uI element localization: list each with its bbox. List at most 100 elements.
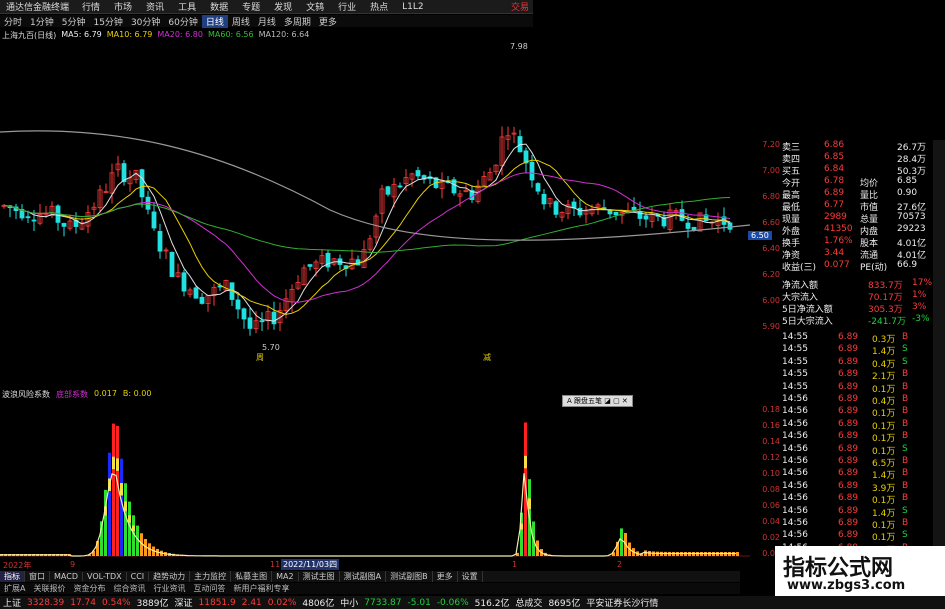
indicator-tab[interactable]: 更多	[433, 571, 458, 582]
period-tab-60min[interactable]: 60分钟	[164, 15, 201, 28]
menu-item-discover[interactable]: 发现	[267, 0, 299, 13]
period-tab-15min[interactable]: 15分钟	[89, 15, 126, 28]
tick-price: 6.89	[838, 468, 859, 479]
risk-tick: 0.16	[762, 421, 780, 430]
flow-value: -241.7万	[868, 317, 907, 327]
tick-volume: 0.1万	[872, 496, 896, 507]
risk-indicator-chart[interactable]	[0, 398, 750, 558]
menu-item-tools[interactable]: 工具	[171, 0, 203, 13]
indicator-tab[interactable]: 趋势动力	[149, 571, 191, 582]
tick-side: B	[902, 468, 909, 479]
tick-time: 14:56	[782, 480, 808, 491]
indicator-tab[interactable]: 测试主图	[299, 571, 340, 582]
indicator-tab[interactable]: 测试副图A	[340, 571, 387, 582]
indicator-tab[interactable]: VOL-TDX	[83, 572, 127, 581]
trade-button[interactable]: 交易	[511, 0, 533, 13]
ma5-line	[3, 143, 731, 322]
extension-tab[interactable]: 综合资讯	[109, 583, 149, 594]
tick-side: B	[902, 332, 909, 342]
menu-item-news[interactable]: 资讯	[139, 0, 171, 13]
extension-tab[interactable]: 新用户福利专享	[229, 583, 293, 594]
period-tab-more[interactable]: 更多	[315, 15, 341, 28]
indicator-tab[interactable]: CCI	[127, 572, 150, 581]
tick-time: 14:56	[782, 431, 808, 442]
period-tab-multi[interactable]: 多周期	[280, 15, 315, 28]
period-tab-1min[interactable]: 1分钟	[26, 15, 58, 28]
price-tick: 7.00	[762, 166, 780, 175]
indicator-tab[interactable]: MA2	[272, 572, 299, 581]
indicator-tab[interactable]: 窗口	[25, 571, 50, 582]
tick-side: B	[902, 394, 909, 404]
tick-volume: 0.1万	[872, 384, 896, 395]
tick-time: 14:55	[782, 344, 808, 355]
indicator-tab[interactable]: 设置	[458, 571, 483, 582]
period-tab-5min[interactable]: 5分钟	[58, 15, 90, 28]
indicator-tabs: 指标 窗口 MACD VOL-TDX CCI 趋势动力 主力监控 私募主图 MA2 测试主图 测试副…	[0, 571, 740, 582]
candle-body	[691, 226, 697, 231]
status-item: -5.01	[407, 597, 431, 608]
risk-tick: 0.14	[762, 437, 780, 446]
period-tab-daily[interactable]: 日线	[201, 14, 228, 28]
tick-side: S	[902, 443, 908, 454]
menu-item-articles[interactable]: 文鸫	[299, 0, 331, 13]
indicator-tab[interactable]: 主力监控	[190, 571, 232, 582]
risk-bar	[108, 452, 111, 556]
quote-value-2: 0.90	[897, 188, 918, 198]
tick-time: 14:55	[782, 332, 808, 342]
menu-item-l1l2[interactable]: L1L2	[395, 2, 430, 12]
status-item: 总成交	[515, 599, 543, 609]
indicator-tab[interactable]: 指标	[0, 571, 25, 582]
quote-value: 3.44	[824, 248, 845, 258]
menu-item-industry[interactable]: 行业	[331, 0, 363, 13]
period-tab-monthly[interactable]: 月线	[254, 15, 280, 28]
candle-body	[235, 299, 241, 310]
tick-time: 14:55	[782, 356, 808, 367]
status-item: 3889亿	[136, 599, 169, 609]
extension-tab[interactable]: 行业资讯	[149, 583, 189, 594]
candle-body	[61, 223, 67, 227]
candle-body	[397, 185, 403, 188]
side-toolbar[interactable]	[933, 140, 945, 580]
indicator-tab[interactable]: 私募主图	[231, 571, 273, 582]
tick-price: 6.89	[838, 369, 859, 380]
tick-volume: 3.9万	[872, 483, 896, 494]
quote-value-2: 29223	[897, 224, 926, 234]
period-tab-intraday[interactable]: 分时	[0, 15, 26, 28]
candle-body	[157, 231, 163, 252]
candlestick-chart[interactable]	[0, 40, 750, 385]
indicator-tab[interactable]: MACD	[50, 572, 83, 581]
tick-volume: 1.4万	[872, 471, 896, 482]
market-status-bar: 上证 3328.39 17.74 0.54% 3889亿 深证 11851.9 2.41 0.0…	[0, 596, 945, 609]
menu-item-quotes[interactable]: 行情	[75, 0, 107, 13]
tick-price: 6.89	[838, 443, 859, 454]
low-annotation: 5.70	[262, 343, 280, 352]
candle-body	[181, 272, 187, 292]
candle-body	[385, 186, 391, 195]
extension-tab[interactable]: 扩展A	[0, 583, 29, 594]
tick-side: B	[902, 431, 909, 442]
indicator-tab[interactable]: 测试副图B	[386, 571, 433, 582]
price-tick: 6.00	[762, 296, 780, 305]
extension-tab[interactable]: 资金分布	[69, 583, 109, 594]
status-item: 平安证券长沙行情	[586, 599, 659, 609]
menu-bar: 通达信金融终端 行情 市场 资讯 工具 数据 专题 发现 文鸫 行业 热点 L1…	[0, 0, 533, 14]
quote-value: 6.89	[824, 188, 845, 198]
tick-price: 6.89	[838, 394, 859, 404]
tick-volume: 1.4万	[872, 347, 896, 358]
candle-body	[613, 211, 619, 216]
candle-body	[25, 216, 31, 219]
extension-tab[interactable]: 关联报价	[29, 583, 69, 594]
tick-price: 6.89	[838, 381, 859, 392]
menu-item-topics[interactable]: 专题	[235, 0, 267, 13]
high-annotation: 7.98	[510, 42, 528, 51]
floating-toolbar[interactable]: A 跟盘五笔 ◪ ▢ ✕	[562, 395, 633, 407]
menu-item-market[interactable]: 市场	[107, 0, 139, 13]
menu-item-hot[interactable]: 热点	[363, 0, 395, 13]
extension-tab[interactable]: 互动问答	[189, 583, 229, 594]
menu-item-data[interactable]: 数据	[203, 0, 235, 13]
period-tab-30min[interactable]: 30分钟	[127, 15, 164, 28]
status-item: 516.2亿	[474, 599, 510, 609]
risk-bar	[112, 423, 115, 556]
candle-body	[727, 222, 733, 230]
period-tab-weekly[interactable]: 周线	[228, 15, 254, 28]
